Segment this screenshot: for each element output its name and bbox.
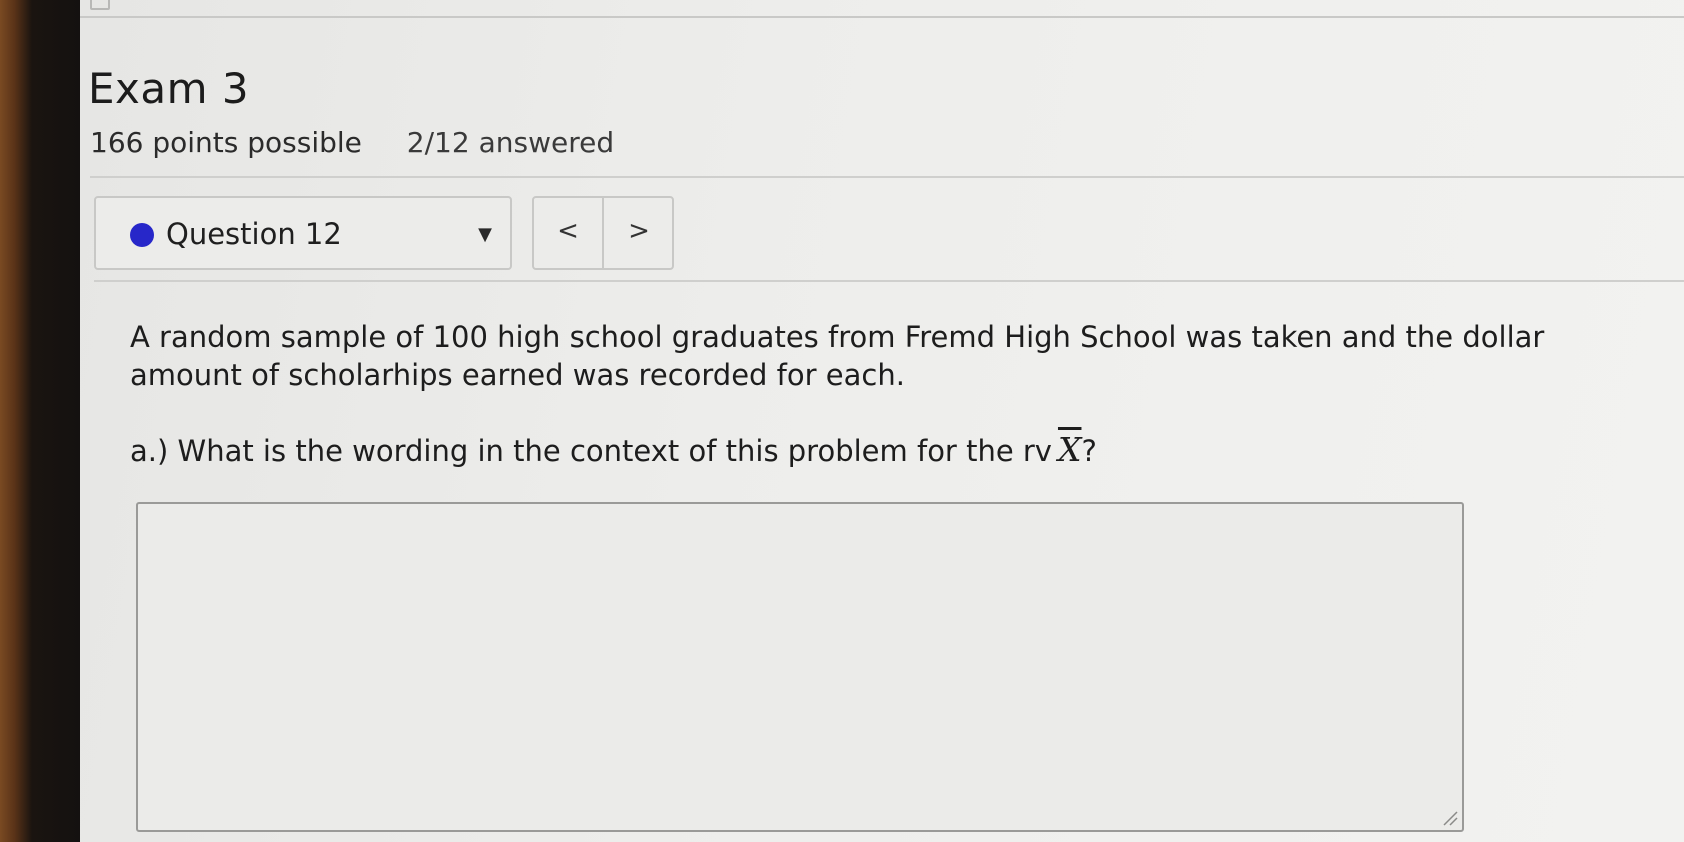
points-possible: 166 points possible: [90, 126, 362, 159]
question-prompt: A random sample of 100 high school gradu…: [130, 320, 1545, 392]
question-part-a: a.) What is the wording in the context o…: [130, 430, 1097, 469]
x-bar-symbol: X: [1057, 430, 1082, 469]
header-checkbox[interactable]: [90, 0, 110, 10]
answered-count: 2/12 answered: [406, 126, 615, 159]
next-question-button[interactable]: >: [604, 198, 674, 268]
page-title: Exam 3: [88, 64, 250, 113]
question-nav-buttons: < >: [532, 196, 674, 270]
divider: [94, 280, 1684, 282]
question-select[interactable]: Question 12 ▼: [94, 196, 512, 270]
part-a-text: a.) What is the wording in the context o…: [130, 434, 1052, 468]
monitor-bezel: [0, 0, 80, 842]
question-select-label: Question 12: [166, 217, 342, 251]
part-a-suffix: ?: [1081, 434, 1097, 468]
dropdown-caret-icon: ▼: [478, 224, 492, 245]
exam-page: Exam 3 166 points possible 2/12 answered…: [80, 0, 1684, 842]
answer-textarea[interactable]: [136, 502, 1464, 832]
resize-handle-icon[interactable]: [1440, 808, 1458, 826]
header-strip: [80, 0, 1684, 18]
divider: [90, 176, 1684, 178]
exam-meta: 166 points possible 2/12 answered: [90, 126, 614, 159]
previous-question-button[interactable]: <: [534, 198, 604, 268]
question-status-dot-icon: [130, 223, 154, 247]
